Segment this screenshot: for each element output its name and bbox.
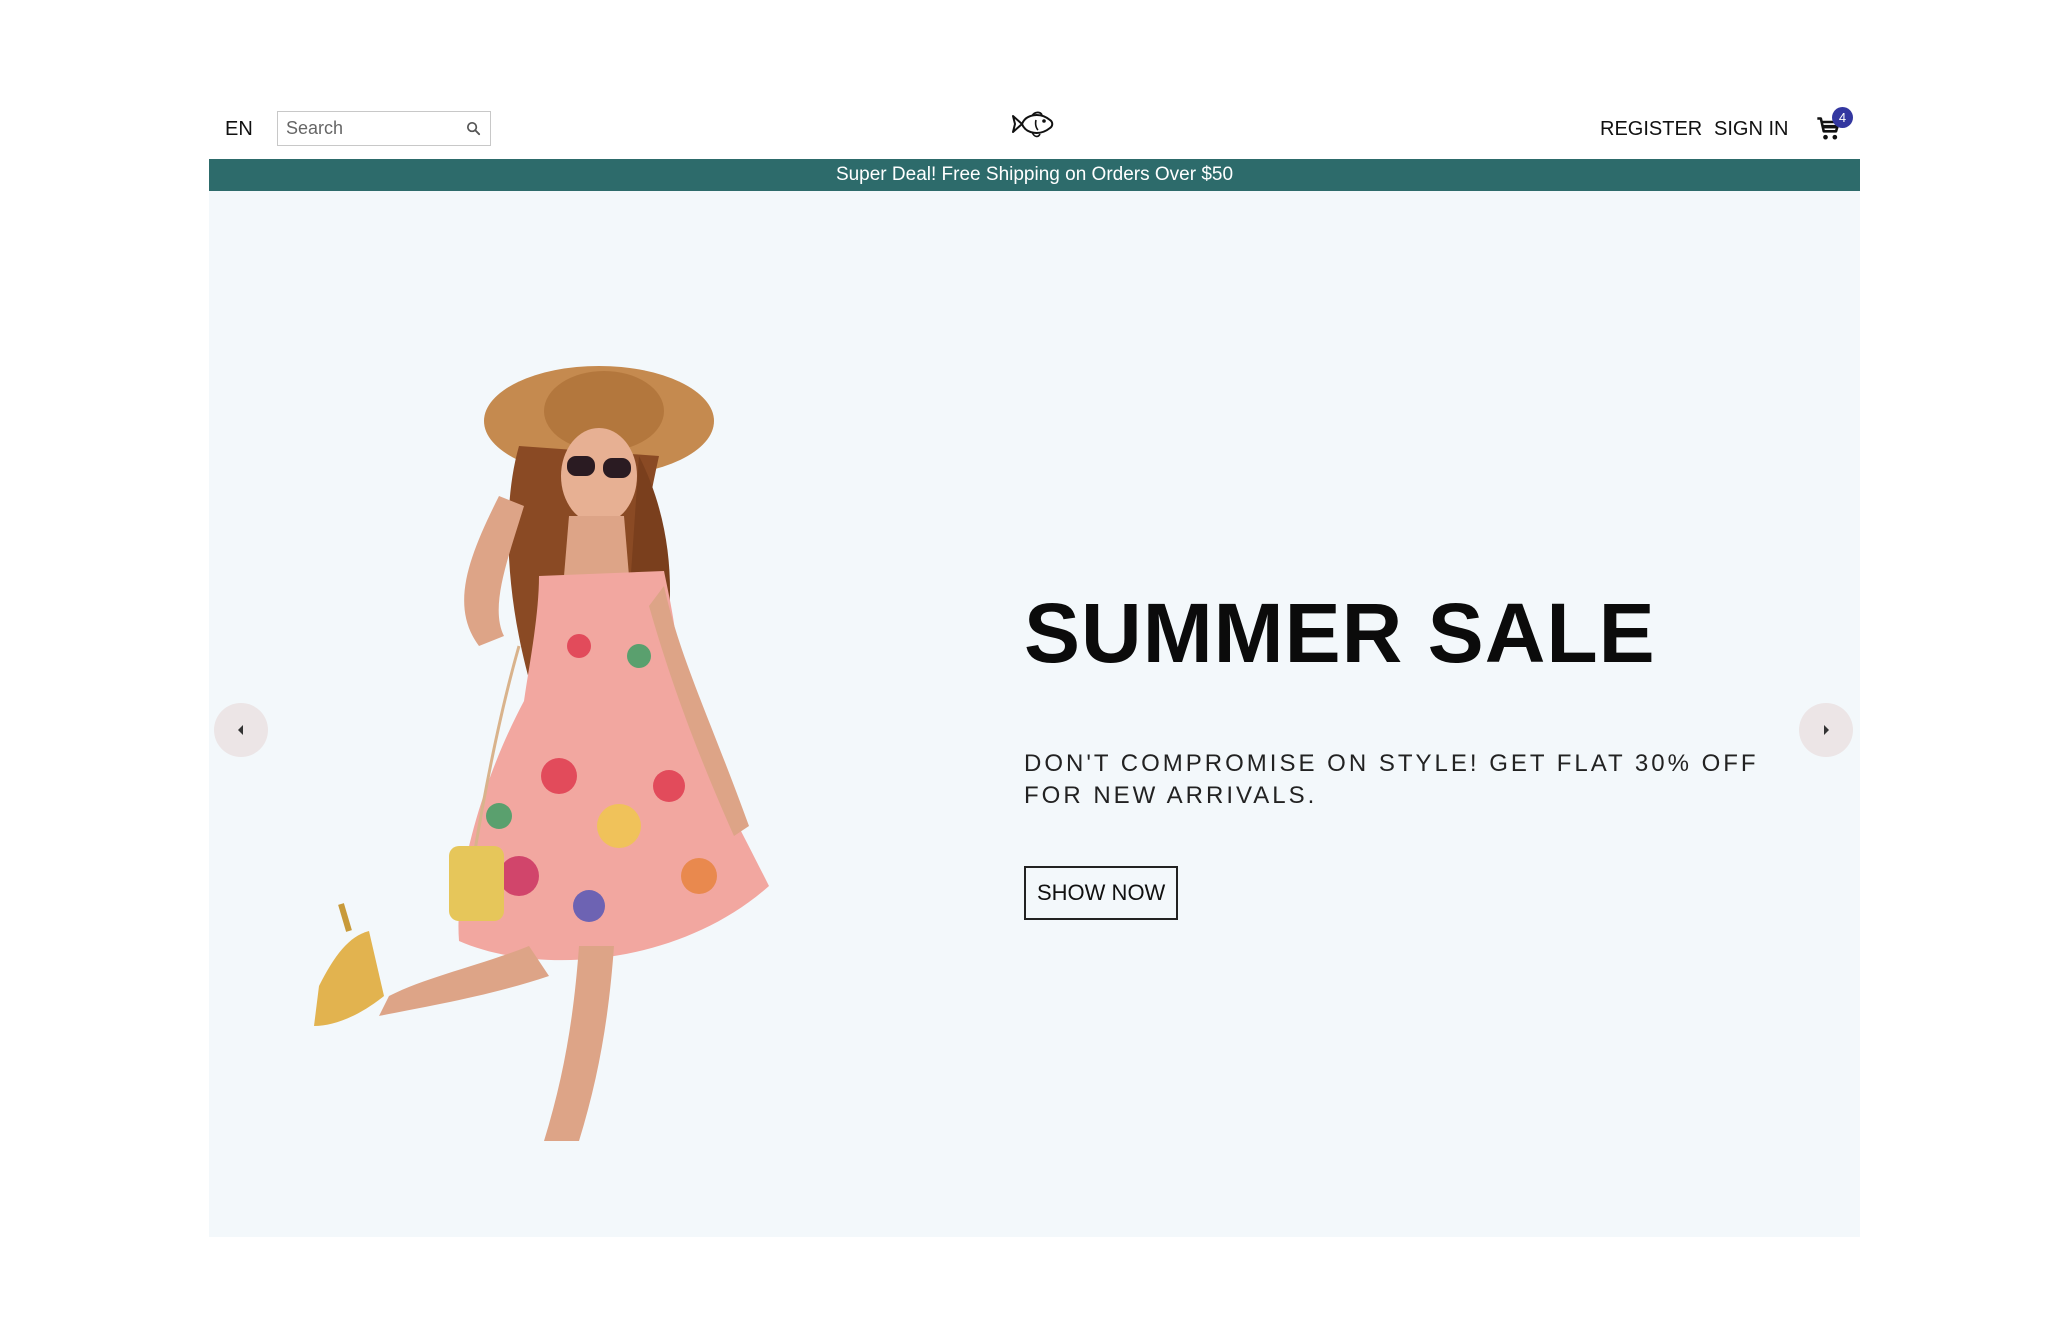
arrow-left-icon [238, 725, 243, 735]
arrow-right-icon [1824, 725, 1829, 735]
hero-title: SUMMER SALE [1024, 586, 1656, 680]
language-selector[interactable]: EN [225, 118, 253, 141]
search-input[interactable] [278, 112, 458, 145]
search-box [277, 111, 491, 146]
search-icon[interactable] [465, 120, 482, 137]
hero-description: DON'T COMPROMISE ON STYLE! GET FLAT 30% … [1024, 750, 1759, 809]
navbar: EN REGISTER SIGN IN 4 [209, 90, 1860, 159]
hero-slider: SUMMER SALE DON'T COMPROMISE ON STYLE! G… [209, 191, 1860, 1237]
slider-prev-button[interactable] [214, 703, 268, 757]
hero-info: SUMMER SALE DON'T COMPROMISE ON STYLE! G… [1024, 591, 1824, 920]
hero-model-image [314, 366, 769, 1141]
fish-logo-icon[interactable] [1010, 106, 1056, 142]
register-link[interactable]: REGISTER [1600, 118, 1702, 141]
cart-count-badge: 4 [1832, 107, 1853, 128]
signin-link[interactable]: SIGN IN [1714, 118, 1788, 141]
show-now-button[interactable]: SHOW NOW [1024, 866, 1179, 920]
page-frame: EN REGISTER SIGN IN 4 Super Deal! Free [209, 90, 1860, 1237]
announcement-bar: Super Deal! Free Shipping on Orders Over… [209, 159, 1860, 191]
slider-next-button[interactable] [1799, 703, 1853, 757]
